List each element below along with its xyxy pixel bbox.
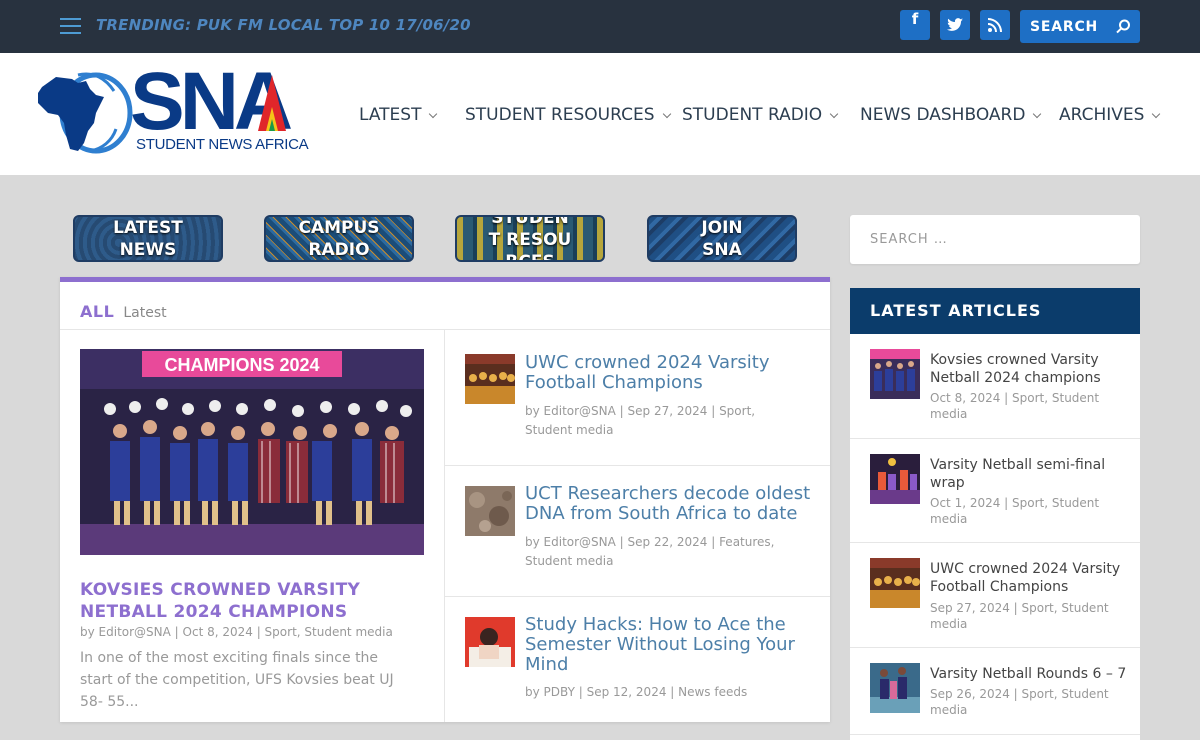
nav-label: ARCHIVES (1059, 105, 1145, 125)
divider (445, 465, 830, 466)
africa-globe-icon (38, 72, 133, 154)
divider (60, 329, 830, 330)
article-title[interactable]: UWC crowned 2024 Varsity Football Champi… (930, 560, 1130, 596)
article-thumbnail[interactable] (870, 454, 920, 504)
divider (850, 438, 1140, 439)
latest-articles-list: Kovsies crowned Varsity Netball 2024 cha… (850, 334, 1140, 740)
campus-radio-button[interactable]: CAMPUS RADIO (264, 215, 414, 262)
rss-icon[interactable] (980, 10, 1010, 40)
chevron-down-icon (429, 109, 438, 119)
article-title[interactable]: Kovsies crowned Varsity Netball 2024 cha… (930, 351, 1130, 387)
nav-student-resources[interactable]: STUDENT RESOURCES (465, 105, 671, 125)
article-thumbnail[interactable] (870, 558, 920, 608)
panel-tabs: ALL Latest (80, 302, 167, 321)
article-meta: Oct 1, 2024 | Sport, Student media (930, 496, 1100, 526)
banner-label: LATEST NEWS (113, 217, 183, 260)
logo-flag-accent (258, 75, 286, 131)
article-meta: Sep 26, 2024 | Sport, Student media (930, 687, 1109, 717)
nav-archives[interactable]: ARCHIVES (1059, 105, 1161, 125)
divider (850, 734, 1140, 735)
article-title[interactable]: Varsity Netball semi-final wrap (930, 456, 1130, 492)
post-thumbnail[interactable] (465, 486, 515, 536)
tab-latest[interactable]: Latest (123, 305, 166, 321)
join-sna-button[interactable]: JOIN SNA (647, 215, 797, 262)
post-meta: by Editor@SNA | Sep 27, 2024 | Sport, St… (525, 404, 756, 437)
menu-icon[interactable] (60, 18, 81, 34)
article-thumbnail[interactable] (870, 349, 920, 399)
article-meta: Sep 27, 2024 | Sport, Student media (930, 601, 1109, 631)
banner-label: CAMPUS RADIO (298, 217, 380, 260)
nav-label: NEWS DASHBOARD (860, 105, 1026, 125)
latest-posts-panel: ALL Latest CHAMPIONS 2024 KOVSIES CROWNE… (60, 277, 830, 722)
featured-post-image[interactable]: CHAMPIONS 2024 (80, 349, 424, 555)
top-search-placeholder: SEARCH (1030, 19, 1099, 35)
divider (445, 596, 830, 597)
article-meta: Oct 8, 2024 | Sport, Student media (930, 391, 1100, 421)
post-meta: by PDBY | Sep 12, 2024 | News feeds (525, 685, 748, 699)
divider (444, 330, 445, 722)
post-title[interactable]: Study Hacks: How to Ace the Semester Wit… (525, 615, 815, 675)
featured-image-banner-text: CHAMPIONS 2024 (164, 355, 319, 375)
banner-label: JOIN SNA (701, 217, 743, 260)
article-title[interactable]: Varsity Netball Rounds 6 – 7 (930, 665, 1130, 683)
chevron-down-icon (829, 109, 839, 119)
post-title[interactable]: UCT Researchers decode oldest DNA from S… (525, 484, 815, 524)
sidebar-search-input[interactable]: SEARCH … (850, 215, 1140, 264)
banner-label: STUDENT RESOURCES (488, 215, 572, 262)
sidebar-search-placeholder: SEARCH … (870, 232, 948, 247)
site-logo[interactable]: SNA STUDENT NEWS AFRICA (34, 61, 309, 159)
latest-articles-heading: LATEST ARTICLES (850, 288, 1140, 334)
divider (850, 542, 1140, 543)
nav-label: STUDENT RADIO (682, 105, 823, 125)
nav-latest[interactable]: LATEST (359, 105, 438, 125)
search-icon[interactable] (1116, 19, 1131, 34)
chevron-down-icon (1152, 109, 1161, 119)
trending-ticker[interactable]: TRENDING: PUK FM LOCAL TOP 10 17/06/20 (96, 16, 471, 34)
featured-post-excerpt: In one of the most exciting finals since… (80, 650, 394, 710)
nav-student-radio[interactable]: STUDENT RADIO (682, 105, 839, 125)
post-thumbnail[interactable] (465, 617, 515, 667)
chevron-down-icon (1033, 109, 1042, 119)
nav-label: STUDENT RESOURCES (465, 105, 655, 125)
tab-all[interactable]: ALL (80, 302, 114, 321)
post-thumbnail[interactable] (465, 354, 515, 404)
student-resources-button[interactable]: STUDENT RESOURCES (455, 215, 605, 262)
nav-news-dashboard[interactable]: NEWS DASHBOARD (860, 105, 1042, 125)
top-search-input[interactable]: SEARCH (1020, 10, 1140, 43)
post-meta: by Editor@SNA | Sep 22, 2024 | Features,… (525, 535, 775, 568)
site-header: SNA STUDENT NEWS AFRICA LATEST STUDENT R… (0, 53, 1200, 175)
top-bar: TRENDING: PUK FM LOCAL TOP 10 17/06/20 f… (0, 0, 1200, 53)
logo-subtitle: STUDENT NEWS AFRICA (136, 136, 309, 153)
facebook-icon[interactable]: f (900, 10, 930, 40)
featured-post-meta: by Editor@SNA | Oct 8, 2024 | Sport, Stu… (80, 625, 393, 639)
latest-news-button[interactable]: LATEST NEWS (73, 215, 223, 262)
twitter-icon[interactable] (940, 10, 970, 40)
featured-post-title[interactable]: KOVSIES CROWNED VARSITY NETBALL 2024 CHA… (80, 579, 400, 623)
divider (850, 647, 1140, 648)
post-title[interactable]: UWC crowned 2024 Varsity Football Champi… (525, 353, 815, 393)
article-thumbnail[interactable] (870, 663, 920, 713)
chevron-down-icon (662, 109, 671, 119)
nav-label: LATEST (359, 105, 422, 125)
